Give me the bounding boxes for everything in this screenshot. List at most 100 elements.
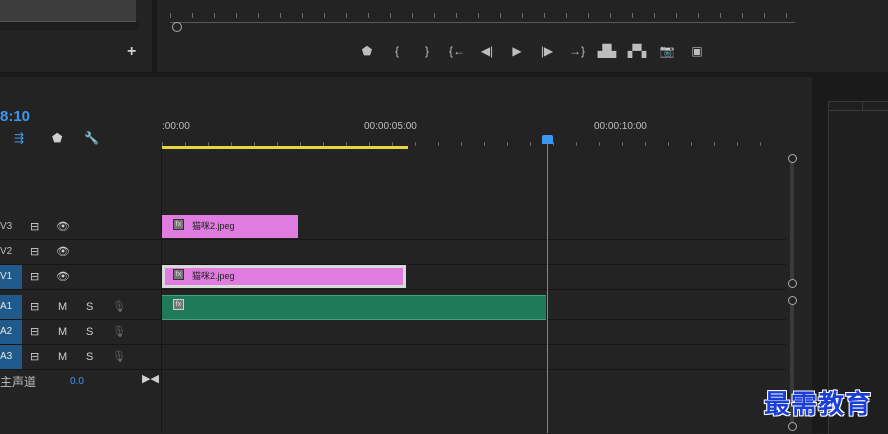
track-row-v3[interactable]: V3 ⊟ 👁 fx 猫咪2.jpeg	[0, 215, 786, 240]
ruler-tick	[170, 13, 171, 18]
source-thumbnail[interactable]	[0, 0, 136, 22]
sync-lock-icon[interactable]: ⊟	[30, 345, 39, 369]
master-track[interactable]: 主声道 0.0 ▶◀	[0, 370, 161, 392]
mark-out-button[interactable]: }	[412, 40, 442, 62]
monitor-ruler[interactable]	[170, 8, 788, 18]
mic-icon[interactable]: 🎙	[112, 345, 126, 369]
solo-button[interactable]: S	[86, 295, 93, 319]
ruler-tick	[654, 13, 655, 18]
scroll-track[interactable]	[790, 156, 794, 284]
ruler-tick	[720, 13, 721, 18]
add-marker-button[interactable]: ⬟	[352, 40, 382, 62]
solo-button[interactable]: S	[86, 320, 93, 344]
playhead-handle[interactable]	[542, 135, 553, 144]
master-volume[interactable]: 0.0	[70, 376, 84, 387]
mic-icon[interactable]: 🎙	[112, 295, 126, 319]
scroll-handle[interactable]	[788, 154, 797, 163]
sync-lock-icon[interactable]: ⊟	[30, 320, 39, 344]
ruler-tick	[324, 13, 325, 18]
track-row-a2[interactable]: A2 ⊟ M S 🎙	[0, 320, 786, 345]
ruler-tick	[390, 13, 391, 18]
ruler-tick	[461, 142, 462, 146]
work-area-bar[interactable]	[162, 146, 408, 149]
eye-icon[interactable]: 👁	[56, 215, 70, 239]
go-to-end-icon[interactable]: ▶◀	[142, 372, 159, 385]
track-label[interactable]: A3	[0, 345, 22, 369]
ruler-tick	[484, 142, 485, 146]
track-row-a3[interactable]: A3 ⊟ M S 🎙	[0, 345, 786, 370]
clip-v3[interactable]: fx 猫咪2.jpeg	[162, 215, 298, 238]
solo-button[interactable]: S	[86, 345, 93, 369]
add-marker-icon[interactable]: ⬟	[52, 131, 62, 145]
ruler-tick	[507, 142, 508, 146]
ruler-tick	[258, 13, 259, 18]
meter-divider	[828, 110, 888, 111]
ruler-tick	[786, 13, 787, 18]
ruler-tick	[764, 13, 765, 18]
ruler-tick	[610, 13, 611, 18]
fx-icon: fx	[173, 269, 184, 280]
snap-icon[interactable]: ⇶	[14, 131, 24, 145]
sync-lock-icon[interactable]: ⊟	[30, 215, 39, 239]
ruler-tick	[566, 13, 567, 18]
ruler-tick	[714, 142, 715, 146]
ruler-tick	[192, 13, 193, 18]
wrench-icon[interactable]: 🔧	[84, 131, 99, 145]
scroll-handle[interactable]	[788, 296, 797, 305]
ruler-ticks	[162, 134, 782, 146]
playhead-timecode[interactable]: 8:10	[0, 108, 30, 125]
ruler-tick	[691, 142, 692, 146]
ruler-tick	[698, 13, 699, 18]
clip-a1[interactable]: fx	[162, 295, 546, 320]
add-icon[interactable]: +	[127, 43, 136, 61]
play-button[interactable]: ▶	[502, 40, 532, 62]
go-to-out-button[interactable]: →}	[562, 40, 592, 62]
ruler-tick	[668, 142, 669, 146]
compare-view-button[interactable]: ▣	[682, 40, 712, 62]
video-tracks-scrollbar[interactable]	[787, 152, 797, 290]
monitor-scrub-bar[interactable]	[170, 22, 795, 23]
ruler-tick	[544, 13, 545, 18]
master-label: 主声道	[0, 375, 37, 389]
eye-icon[interactable]: 👁	[56, 240, 70, 264]
ruler-tick	[622, 142, 623, 146]
mute-button[interactable]: M	[58, 295, 67, 319]
export-frame-button[interactable]: 📷	[652, 40, 682, 62]
ruler-tick	[346, 13, 347, 18]
scroll-handle[interactable]	[788, 279, 797, 288]
mute-button[interactable]: M	[58, 320, 67, 344]
sync-lock-icon[interactable]: ⊟	[30, 295, 39, 319]
step-back-button[interactable]: ◀|	[472, 40, 502, 62]
track-label[interactable]: A1	[0, 295, 22, 319]
go-to-in-button[interactable]: {←	[442, 40, 472, 62]
sync-lock-icon[interactable]: ⊟	[30, 265, 39, 289]
playhead-line[interactable]	[547, 144, 548, 433]
ruler-tick	[236, 13, 237, 18]
track-label[interactable]: A2	[0, 320, 22, 344]
eye-icon[interactable]: 👁	[56, 265, 70, 289]
track-row-v2[interactable]: V2 ⊟ 👁	[0, 240, 786, 265]
track-label[interactable]: V1	[0, 265, 22, 289]
step-forward-button[interactable]: |▶	[532, 40, 562, 62]
clip-name: 猫咪2.jpeg	[192, 221, 235, 231]
extract-button[interactable]: ▞▚	[622, 40, 652, 62]
clip-name: 猫咪2.jpeg	[192, 271, 235, 281]
scroll-handle[interactable]	[788, 422, 797, 431]
track-label[interactable]: V2	[0, 240, 22, 264]
fx-icon: fx	[173, 219, 184, 230]
track-label[interactable]: V3	[0, 215, 22, 239]
ruler-tick	[434, 13, 435, 18]
mic-icon[interactable]: 🎙	[112, 320, 126, 344]
mark-in-button[interactable]: {	[382, 40, 412, 62]
fx-icon: fx	[173, 299, 184, 310]
monitor-zoom-handle[interactable]	[172, 22, 182, 32]
sync-lock-icon[interactable]: ⊟	[30, 240, 39, 264]
lift-button[interactable]: ▟▙	[592, 40, 622, 62]
clip-v1[interactable]: fx 猫咪2.jpeg	[162, 265, 406, 288]
track-row-v1[interactable]: V1 ⊟ 👁 fx 猫咪2.jpeg	[0, 265, 786, 290]
ruler-tick	[368, 13, 369, 18]
source-scrollbar[interactable]	[0, 22, 138, 30]
ruler-tick	[438, 142, 439, 146]
mute-button[interactable]: M	[58, 345, 67, 369]
ruler-tick	[302, 13, 303, 18]
